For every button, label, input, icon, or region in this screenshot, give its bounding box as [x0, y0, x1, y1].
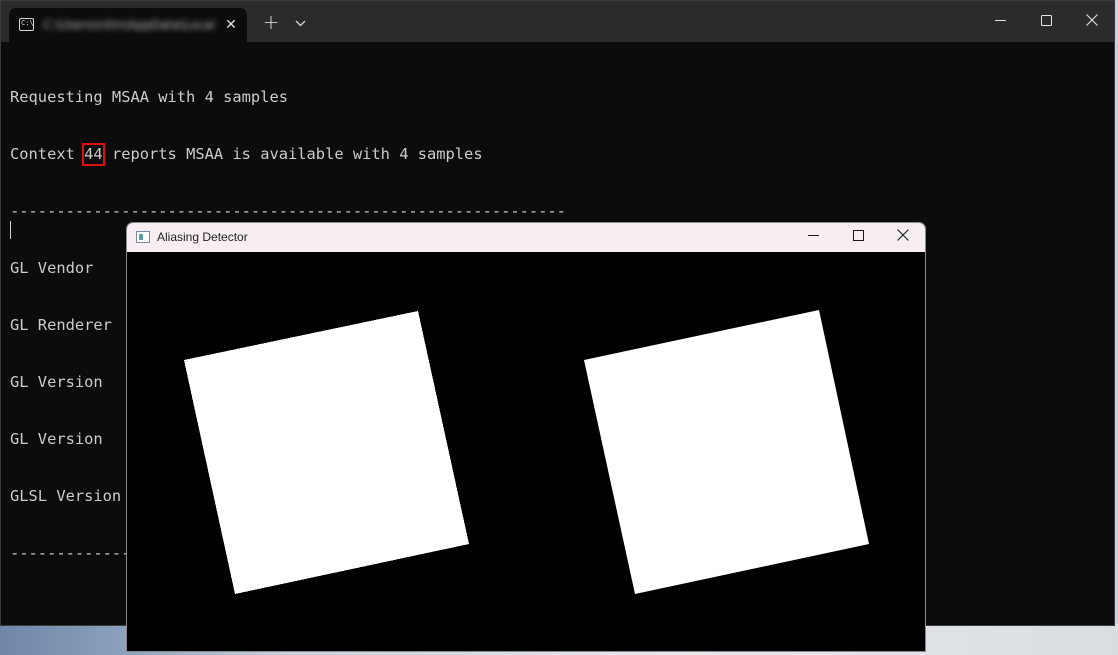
terminal-tab[interactable]: C:\ C:\Users\nitin\AppData\Local ✕ — [9, 8, 247, 42]
new-tab-button[interactable]: + — [259, 11, 283, 35]
text-cursor — [10, 221, 11, 239]
tab-close-button[interactable]: ✕ — [221, 15, 241, 35]
maximize-button[interactable] — [1034, 9, 1058, 33]
detector-minimize-button[interactable] — [801, 226, 825, 248]
context-prefix: Context — [10, 145, 85, 163]
chevron-down-icon — [295, 20, 305, 27]
close-button[interactable] — [1080, 9, 1104, 33]
context-id-highlight: 44 — [82, 143, 105, 166]
context-suffix: reports MSAA is available with 4 samples — [102, 145, 483, 163]
antialiased-square — [584, 310, 869, 594]
output-line-context: Context 44 reports MSAA is available wit… — [10, 143, 566, 166]
output-line: Requesting MSAA with 4 samples — [10, 88, 288, 106]
render-canvas[interactable] — [127, 252, 925, 652]
maximize-icon — [1040, 15, 1052, 26]
minimize-icon — [994, 20, 1006, 21]
minimize-button[interactable] — [988, 9, 1012, 33]
detector-close-button[interactable] — [891, 226, 915, 248]
detector-maximize-button[interactable] — [846, 226, 870, 248]
detector-title: Aliasing Detector — [157, 230, 248, 244]
tab-dropdown-button[interactable] — [289, 13, 311, 35]
aliasing-detector-window[interactable]: Aliasing Detector — [126, 222, 926, 652]
minimize-icon — [807, 235, 819, 236]
app-window-icon — [136, 231, 150, 243]
terminal-tab-bar: C:\ C:\Users\nitin\AppData\Local ✕ + — [1, 1, 1114, 42]
maximize-icon — [852, 230, 864, 241]
tab-title: C:\Users\nitin\AppData\Local — [43, 18, 215, 32]
close-icon — [1086, 14, 1098, 26]
aliased-square — [184, 311, 469, 594]
detector-title-bar[interactable]: Aliasing Detector — [127, 223, 925, 252]
separator-line: ----------------------------------------… — [10, 202, 566, 220]
close-icon — [897, 229, 909, 241]
terminal-icon: C:\ — [19, 18, 34, 31]
